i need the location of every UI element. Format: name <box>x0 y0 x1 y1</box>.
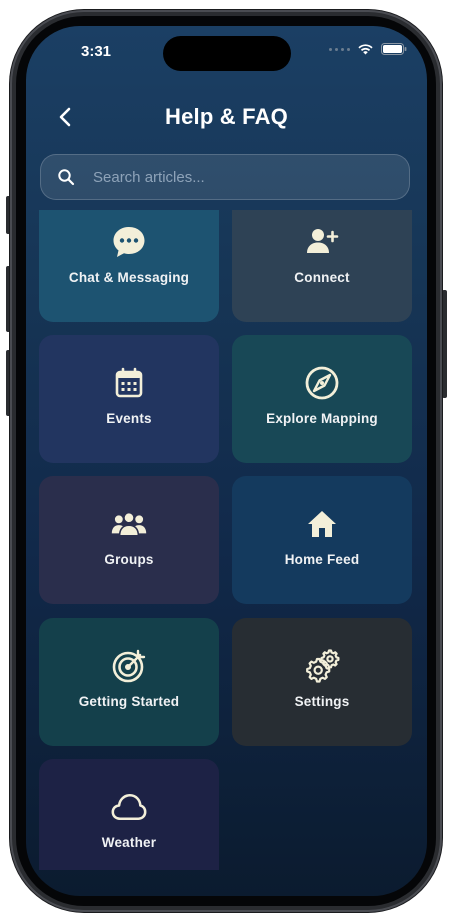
gears-icon <box>304 648 340 684</box>
category-label: Connect <box>294 270 350 285</box>
category-card-home-feed[interactable]: Home Feed <box>232 476 412 604</box>
category-card-connect[interactable]: Connect <box>232 210 412 322</box>
target-icon <box>111 648 147 684</box>
category-label: Chat & Messaging <box>68 270 190 285</box>
category-card-chat-messaging[interactable]: Chat & Messaging <box>39 210 219 322</box>
category-card-settings[interactable]: Settings <box>232 618 412 746</box>
page-title: Help & FAQ <box>164 104 288 129</box>
search-icon <box>57 168 75 186</box>
search-bar[interactable] <box>40 154 410 200</box>
add-user-icon <box>304 224 340 260</box>
category-label: Settings <box>294 694 350 709</box>
home-icon <box>304 506 340 542</box>
compass-icon <box>304 365 340 401</box>
calendar-icon <box>111 365 147 401</box>
category-card-events[interactable]: Events <box>39 335 219 463</box>
battery-icon <box>381 43 407 55</box>
status-time: 3:31 <box>81 43 112 60</box>
cloud-icon <box>111 789 147 825</box>
category-card-explore-mapping[interactable]: Explore Mapping <box>232 335 412 463</box>
status-icons <box>329 43 407 55</box>
category-card-getting-started[interactable]: Getting Started <box>39 618 219 746</box>
category-label: Weather <box>101 835 157 850</box>
category-label: Home Feed <box>284 552 360 567</box>
category-grid: Chat & Messaging Connect Events Explore … <box>26 210 427 870</box>
search-input[interactable] <box>91 167 385 187</box>
category-label: Getting Started <box>78 694 180 709</box>
category-label: Events <box>106 411 152 426</box>
category-label: Explore Mapping <box>266 411 378 426</box>
wifi-icon <box>358 44 373 55</box>
people-group-icon <box>111 506 147 542</box>
chat-bubble-icon <box>111 224 147 260</box>
category-card-groups[interactable]: Groups <box>39 476 219 604</box>
category-card-weather[interactable]: Weather <box>39 759 219 870</box>
power-button <box>442 290 447 398</box>
app-screen: 3:31 Help & FAQ Search articles... Chat … <box>26 26 427 896</box>
dynamic-island <box>163 36 291 71</box>
cellular-signal-icon <box>329 47 350 51</box>
category-label: Groups <box>104 552 154 567</box>
